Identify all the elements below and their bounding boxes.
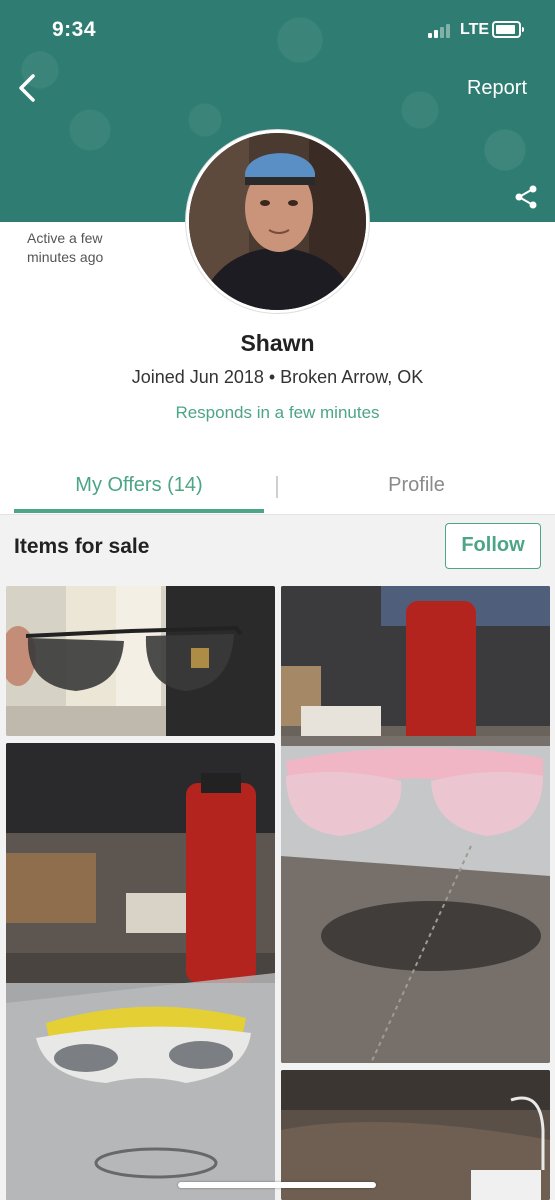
signal-icon (428, 24, 454, 38)
back-button[interactable] (12, 70, 48, 106)
share-icon (515, 185, 537, 209)
item-tile[interactable] (6, 743, 275, 1200)
report-button[interactable]: Report (467, 77, 527, 100)
item-photo (281, 586, 550, 1063)
share-button[interactable] (513, 184, 539, 210)
item-tile[interactable] (6, 586, 275, 736)
active-status: Active a few minutes ago (27, 230, 104, 265)
avatar-photo (189, 133, 366, 310)
battery-icon (492, 21, 524, 38)
tab-profile[interactable]: Profile (278, 474, 555, 497)
items-section-title: Items for sale (14, 535, 150, 558)
tab-selected-indicator (14, 509, 264, 513)
status-bar: 9:34 LTE (0, 0, 555, 60)
item-tile[interactable] (281, 1070, 550, 1200)
avatar[interactable] (186, 130, 369, 313)
response-time: Responds in a few minutes (175, 403, 380, 422)
item-tile[interactable] (281, 586, 550, 1063)
profile-name: Shawn (240, 330, 315, 356)
item-photo (6, 743, 275, 1200)
item-photo (281, 1070, 550, 1200)
joined-location: Joined Jun 2018 • Broken Arrow, OK (131, 367, 424, 387)
network-label: LTE (460, 21, 490, 38)
item-photo (6, 586, 275, 736)
status-time: 9:34 (52, 18, 97, 41)
home-indicator (178, 1182, 376, 1188)
tab-my-offers[interactable]: My Offers (14) (14, 474, 264, 497)
tab-bar: My Offers (14) Profile (0, 462, 555, 515)
chevron-left-icon (19, 74, 35, 102)
follow-button[interactable]: Follow (445, 523, 541, 569)
